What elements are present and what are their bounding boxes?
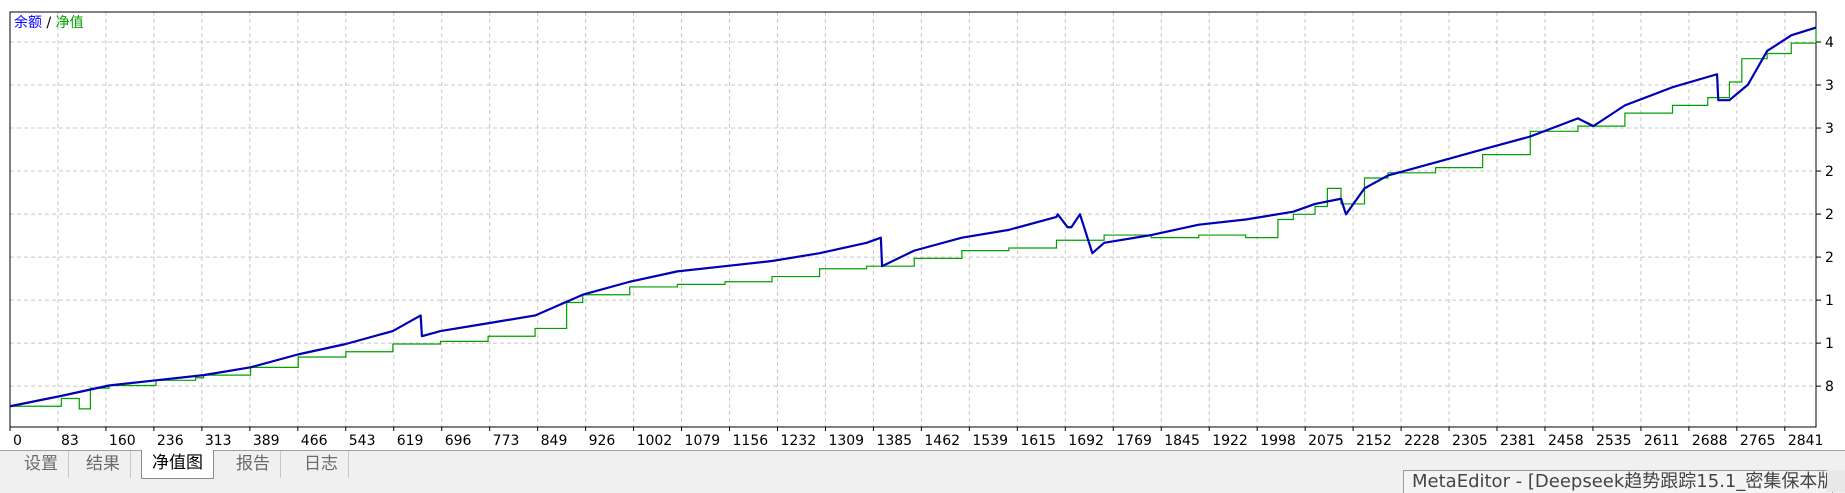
x-tick-label: 1156: [733, 433, 769, 449]
x-tick-label: 1002: [637, 433, 673, 449]
x-tick-label: 160: [109, 433, 136, 449]
y-tick-label: 3: [1825, 121, 1834, 137]
x-tick-label: 1692: [1068, 433, 1104, 449]
taskbar-metaeditor-label: MetaEditor - [Deepseek趋势跟踪15.1_密集保本版: [1412, 471, 1833, 492]
x-tick-label: 236: [157, 433, 184, 449]
y-tick-label: 8: [1825, 379, 1834, 395]
x-tick-label: 926: [589, 433, 616, 449]
x-tick-label: 2381: [1500, 433, 1536, 449]
chart-grid: [10, 12, 1816, 427]
x-tick-label: 1998: [1260, 433, 1296, 449]
y-tick-label: 1: [1825, 293, 1834, 309]
y-tick-label: 1: [1825, 336, 1834, 352]
y-tick-label: 2: [1825, 164, 1834, 180]
equity-chart-panel: 0 83 160 236 313 389 466 543 619 696 773 849 926 1002…: [0, 0, 1845, 450]
equity-chart: 0 83 160 236 313 389 466 543 619 696 773 849 926 1002…: [9, 11, 1834, 449]
tab-journal[interactable]: 日志: [294, 451, 349, 478]
x-tick-label: 1462: [924, 433, 960, 449]
y-tick-label: 2: [1825, 250, 1834, 266]
x-tick-label: 2688: [1692, 433, 1728, 449]
x-tick-label: 1232: [780, 433, 816, 449]
scroll-corner: [1827, 470, 1845, 492]
legend-balance: 余额: [14, 15, 42, 31]
x-tick-label: 2535: [1596, 433, 1632, 449]
x-tick-label: 1079: [685, 433, 721, 449]
y-tick-label: 4: [1825, 35, 1834, 51]
legend-equity: 净值: [55, 15, 84, 31]
x-tick-label: 2152: [1356, 433, 1392, 449]
x-tick-label: 1922: [1212, 433, 1248, 449]
y-tick-label: 3: [1825, 78, 1834, 94]
x-tick-label: 2841: [1788, 433, 1824, 449]
x-tick-label: 1385: [876, 433, 912, 449]
x-tick-label: 2458: [1548, 433, 1584, 449]
x-tick-label: 696: [445, 433, 472, 449]
x-tick-label: 2228: [1404, 433, 1440, 449]
x-tick-label: 1615: [1020, 433, 1056, 449]
tab-equity-graph[interactable]: 净值图: [141, 450, 214, 479]
x-tick-label: 2765: [1740, 433, 1776, 449]
y-tick-label: 2: [1825, 207, 1834, 223]
chart-legend: 余额 / 净值: [14, 15, 84, 31]
x-tick-label: 389: [253, 433, 280, 449]
x-tick-label: 313: [205, 433, 232, 449]
x-tick-label: 1539: [972, 433, 1008, 449]
tab-report[interactable]: 报告: [226, 451, 281, 478]
x-tick-label: 1845: [1164, 433, 1200, 449]
taskbar-metaeditor-item[interactable]: MetaEditor - [Deepseek趋势跟踪15.1_密集保本版: [1403, 470, 1833, 493]
x-tick-label: 1769: [1116, 433, 1152, 449]
x-tick-label: 543: [349, 433, 376, 449]
tab-results-label: 结果: [86, 454, 120, 474]
x-axis-ticks: 0 83 160 236 313 389 466 543 619 696 773 849 926 1002…: [9, 427, 1824, 449]
x-tick-label: 619: [397, 433, 424, 449]
x-tick-label: 849: [541, 433, 568, 449]
x-tick-label: 2611: [1644, 433, 1680, 449]
tab-settings[interactable]: 设置: [14, 451, 69, 478]
tab-results[interactable]: 结果: [76, 451, 131, 478]
legend-separator: /: [42, 15, 56, 31]
x-tick-label: 466: [301, 433, 328, 449]
x-tick-label: 2075: [1308, 433, 1344, 449]
x-tick-label: 1309: [828, 433, 864, 449]
y-axis-ticks: 4 3 3 2 2 2 1 1 8: [1816, 35, 1834, 395]
tab-settings-label: 设置: [24, 454, 58, 474]
tab-journal-label: 日志: [304, 454, 338, 474]
x-tick-label: 0: [13, 433, 22, 449]
tab-equity-graph-label: 净值图: [152, 453, 203, 473]
x-tick-label: 83: [61, 433, 79, 449]
x-tick-label: 2305: [1452, 433, 1488, 449]
tab-report-label: 报告: [236, 454, 270, 474]
x-tick-label: 773: [493, 433, 520, 449]
